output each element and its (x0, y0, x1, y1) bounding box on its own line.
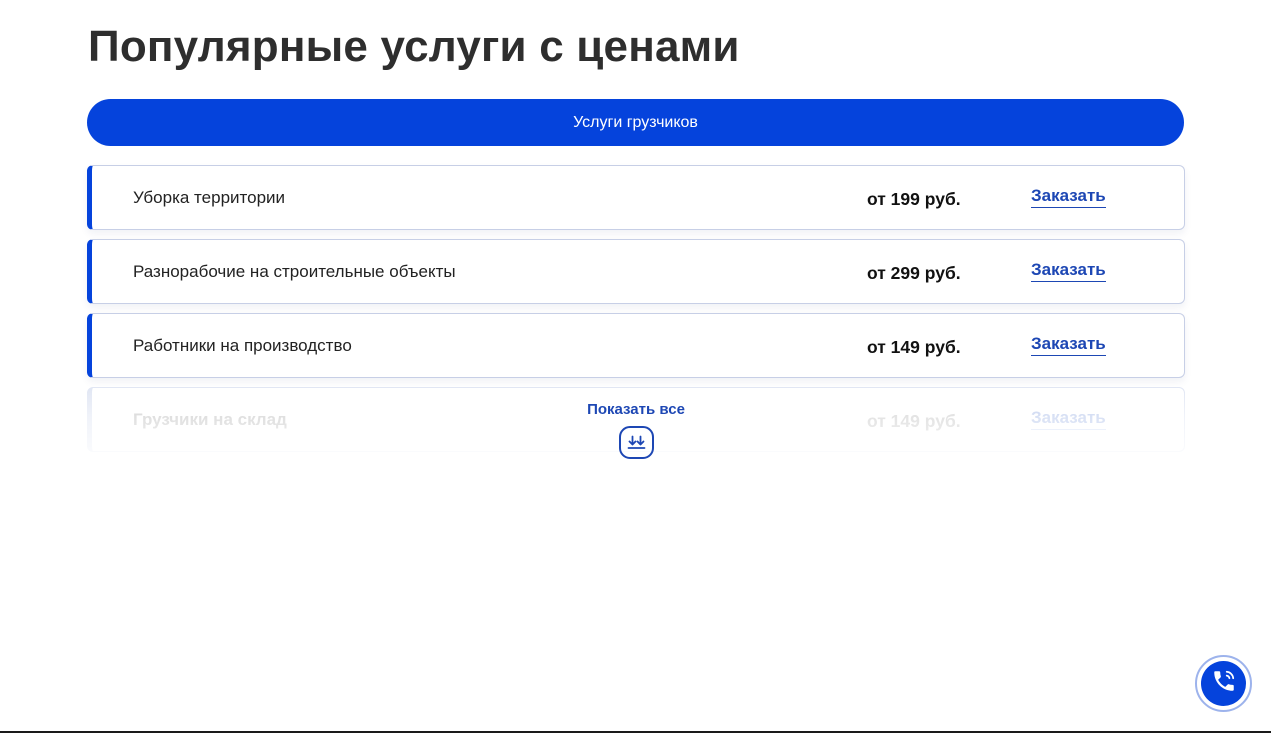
double-arrow-down-icon (618, 426, 654, 459)
service-row: Уборка территории от 199 руб. Заказать (87, 165, 1185, 230)
service-name: Работники на производство (133, 336, 352, 355)
tab-movers-services[interactable]: Услуги грузчиков (87, 99, 1184, 146)
show-all-label: Показать все (587, 401, 685, 418)
page-title: Популярные услуги с ценами (88, 22, 740, 71)
service-price: от 199 руб. (867, 189, 961, 209)
service-row: Разнорабочие на строительные объекты от … (87, 239, 1185, 304)
show-all-button[interactable]: Показать все (576, 401, 696, 459)
service-price: от 149 руб. (867, 337, 961, 357)
page: Популярные услуги с ценами Услуги грузчи… (0, 0, 1271, 733)
service-name: Разнорабочие на строительные объекты (133, 262, 456, 281)
phone-call-icon (1211, 668, 1237, 699)
tab-label: Услуги грузчиков (573, 113, 698, 131)
service-price: от 149 руб. (867, 411, 961, 431)
order-link[interactable]: Заказать (1031, 408, 1106, 430)
service-price: от 299 руб. (867, 263, 961, 283)
order-link[interactable]: Заказать (1031, 186, 1106, 208)
service-name: Уборка территории (133, 188, 286, 207)
service-name: Грузчики на склад (133, 410, 287, 429)
order-link[interactable]: Заказать (1031, 260, 1106, 282)
order-link[interactable]: Заказать (1031, 334, 1106, 356)
call-button-inner (1201, 661, 1246, 706)
service-row: Работники на производство от 149 руб. За… (87, 313, 1185, 378)
call-button[interactable] (1195, 655, 1252, 712)
